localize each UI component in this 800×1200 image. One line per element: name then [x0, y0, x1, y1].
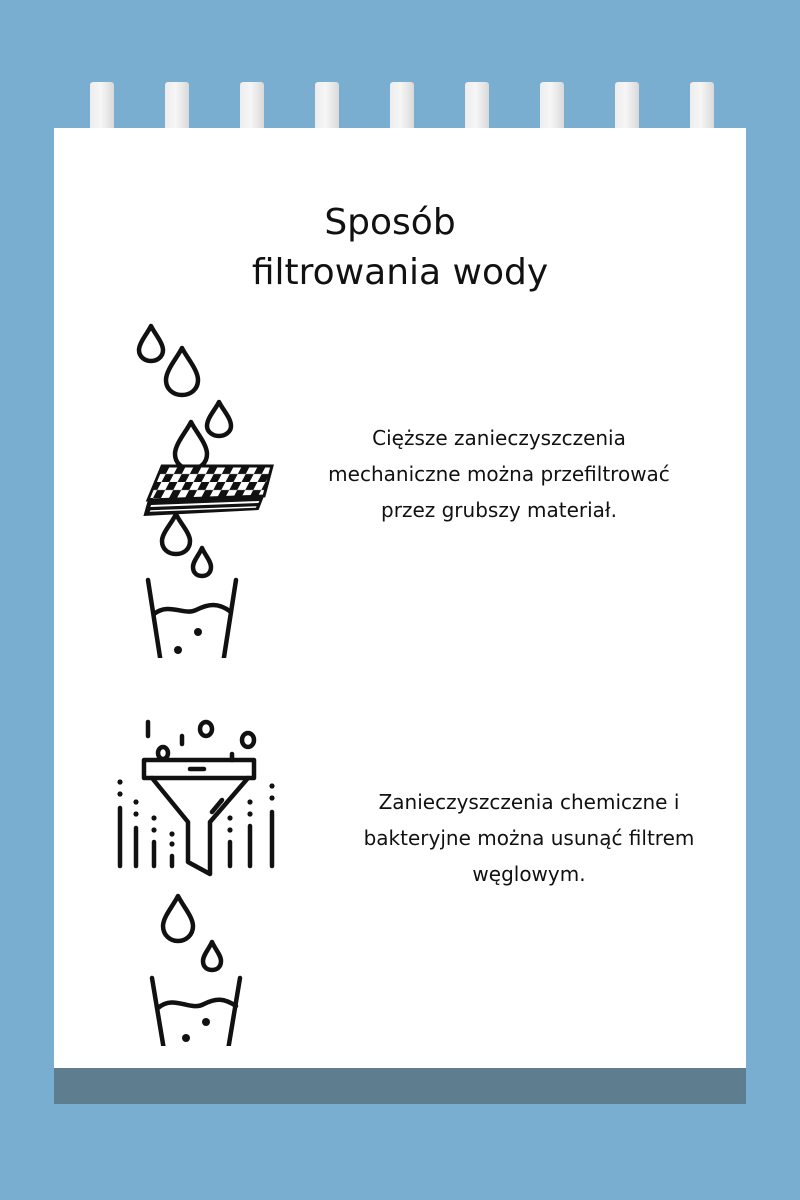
water-drop-icon — [160, 893, 196, 944]
water-drop-icon — [190, 545, 214, 579]
title-line-2: filtrowania wody — [251, 252, 549, 293]
step-2-line: Zanieczyszczenia chemiczne i — [378, 790, 680, 814]
step-2-line: bakteryjne można usunąć filtrem — [363, 826, 695, 850]
beaker-icon — [145, 577, 239, 658]
title-line-1: Sposób — [324, 202, 456, 243]
water-drop-icon — [136, 323, 166, 364]
step-1-description: Cięższe zanieczyszczenia mechaniczne moż… — [324, 420, 674, 528]
step-2-line: węglowym. — [472, 862, 586, 886]
water-drop-icon — [163, 345, 201, 398]
water-drop-icon — [200, 939, 224, 973]
step-1-line: Cięższe zanieczyszczenia — [372, 426, 626, 450]
page-title: Sposób filtrowania wody — [54, 198, 746, 298]
water-drop-icon — [159, 511, 193, 557]
cloth-filter-icon — [136, 323, 274, 658]
step-1-line: przez grubszy materiał. — [381, 498, 617, 522]
water-drop-icon — [204, 399, 234, 439]
beaker-icon — [149, 975, 243, 1046]
step-1-line: mechaniczne można przefiltrować — [328, 462, 670, 486]
water-drop-icon — [172, 419, 210, 472]
checkered-cloth — [143, 464, 274, 516]
step-2-description: Zanieczyszczenia chemiczne i bakteryjne … — [344, 784, 714, 892]
carbon-filter-funnel-icon — [117, 719, 275, 1046]
page-footer-strip — [54, 1068, 746, 1104]
notebook-page: Sposób filtrowania wody Cięższe zanieczy… — [54, 128, 746, 1104]
